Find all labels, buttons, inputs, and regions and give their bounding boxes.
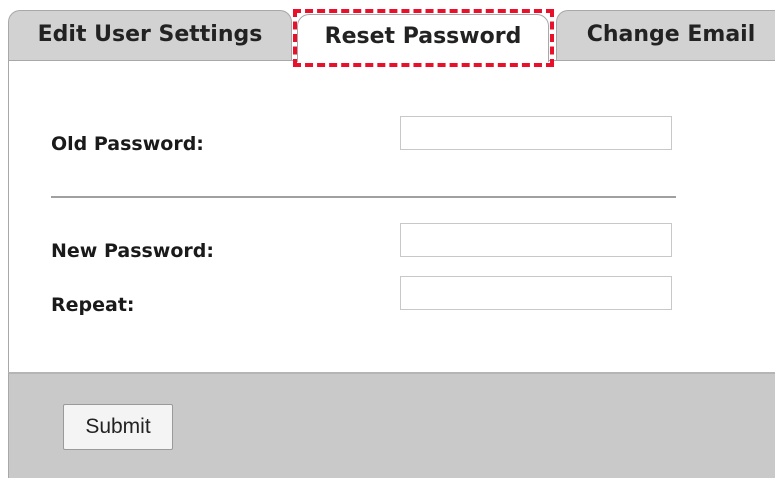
tab-bar: Edit User Settings Reset Password Change…	[0, 0, 775, 67]
repeat-password-field[interactable]	[400, 276, 672, 310]
new-password-label: New Password:	[51, 240, 214, 262]
section-divider	[51, 196, 676, 198]
old-password-label: Old Password:	[51, 133, 204, 155]
tab-reset-password[interactable]: Reset Password	[297, 14, 549, 62]
settings-window: Edit User Settings Reset Password Change…	[0, 0, 775, 478]
reset-password-panel: Old Password: New Password: Repeat:	[8, 60, 775, 372]
old-password-field[interactable]	[400, 116, 672, 150]
tab-edit-user-settings[interactable]: Edit User Settings	[8, 10, 292, 62]
repeat-password-label: Repeat:	[51, 294, 135, 316]
form-footer: Submit	[8, 372, 775, 478]
submit-button[interactable]: Submit	[63, 404, 173, 450]
new-password-field[interactable]	[400, 223, 672, 257]
tab-change-email[interactable]: Change Email	[556, 10, 775, 62]
